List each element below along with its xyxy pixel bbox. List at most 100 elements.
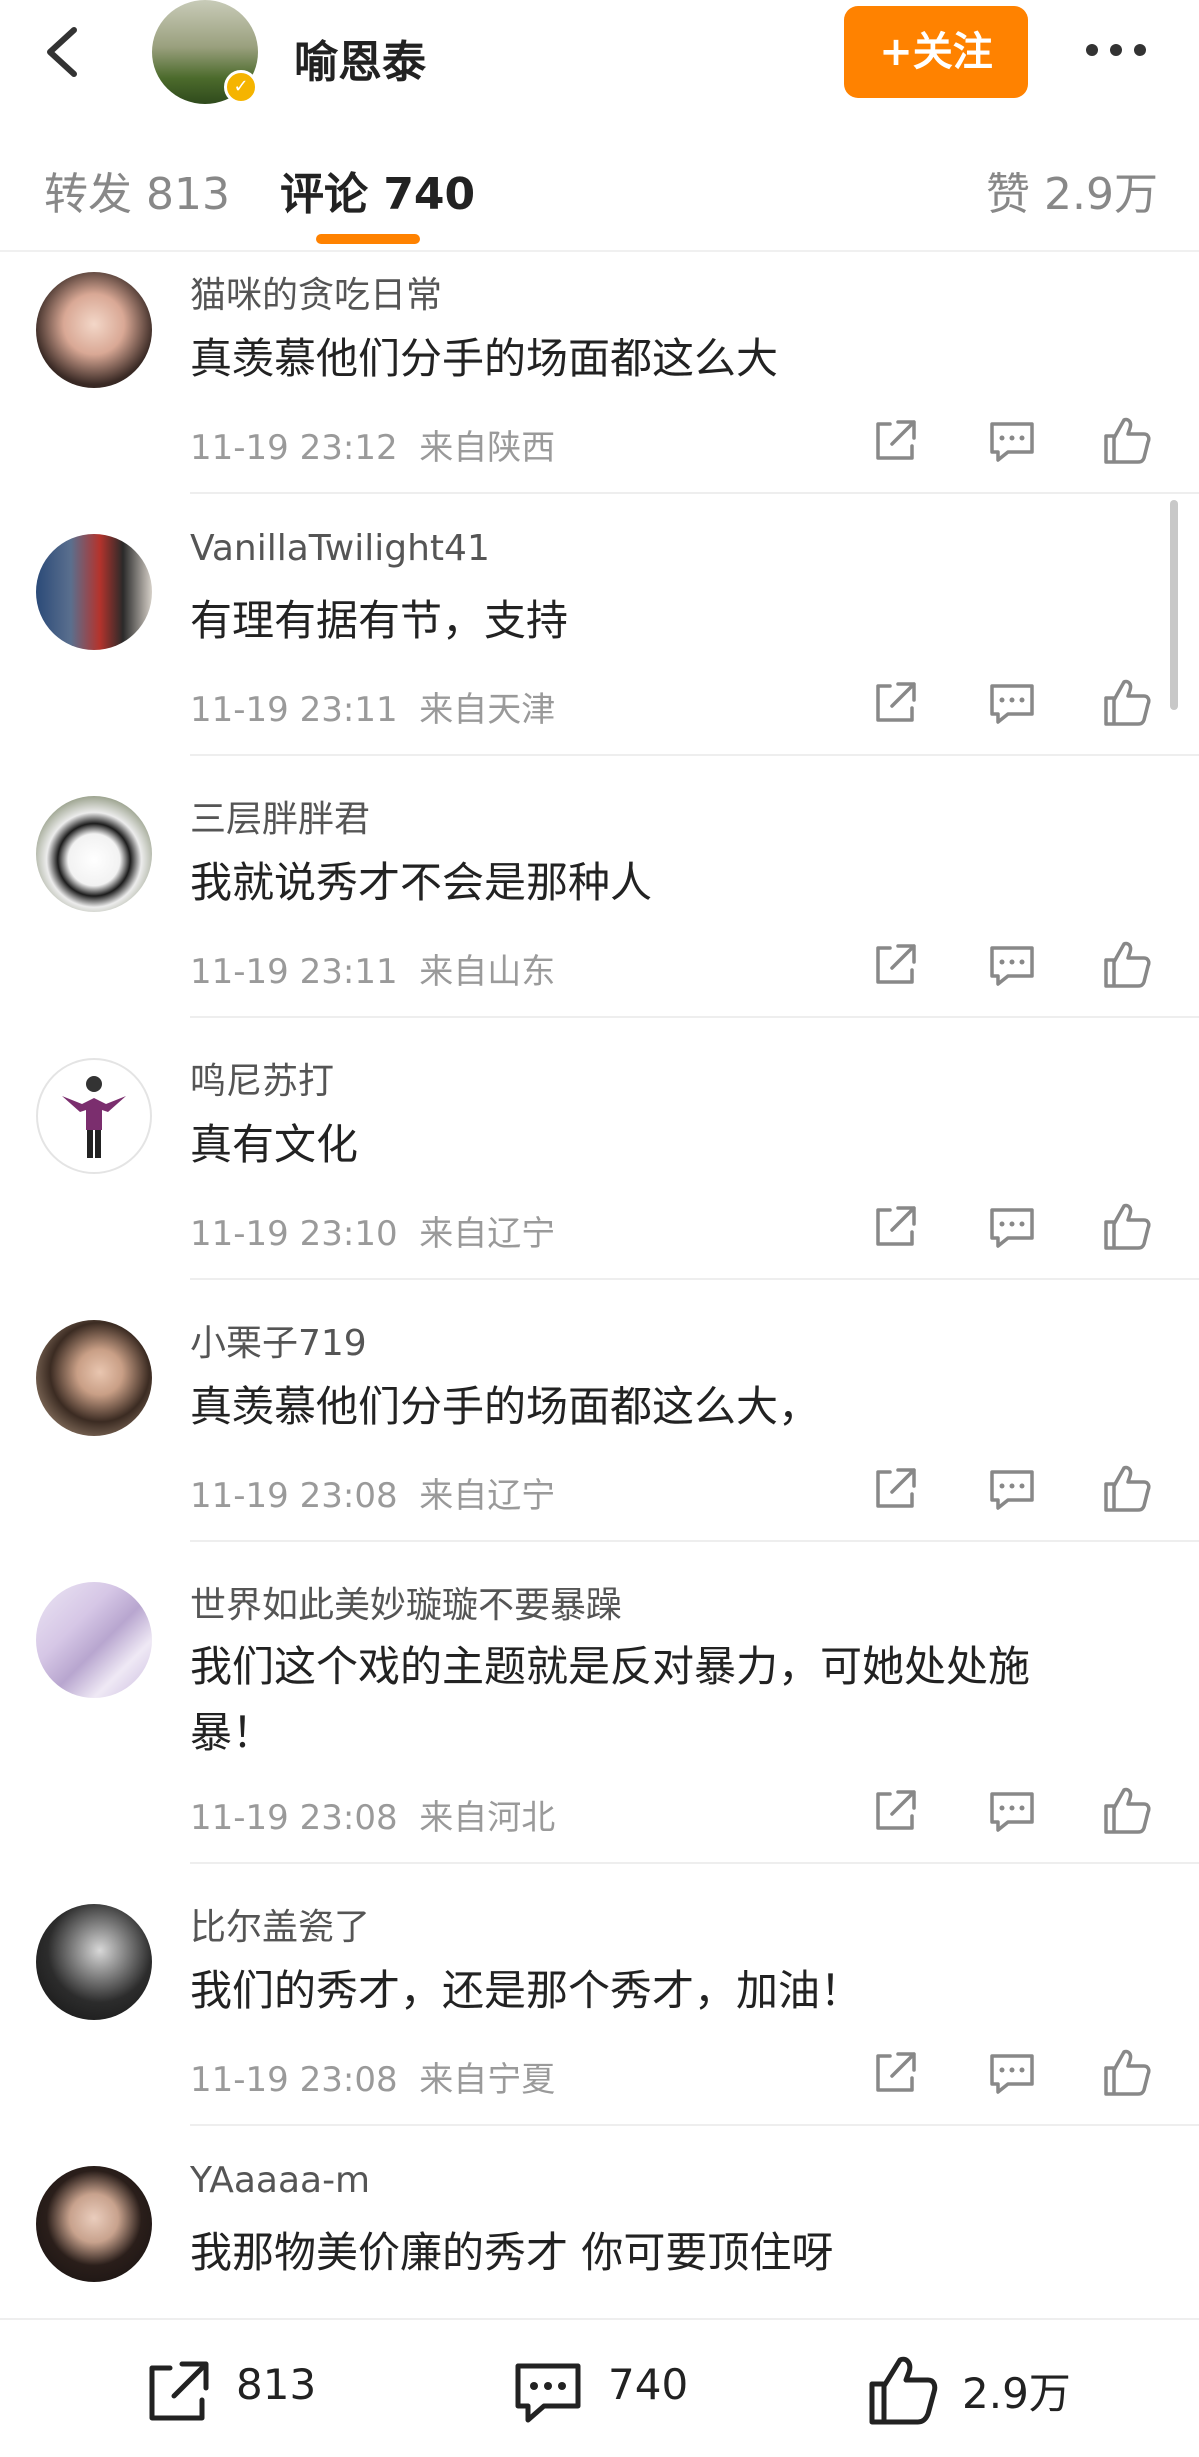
comment-text: 我那物美价廉的秀才 你可要顶住呀 — [190, 2228, 834, 2277]
comment-meta: 11-19 23:11 来自山东 — [190, 944, 555, 993]
like-thumb-icon[interactable] — [1098, 1782, 1154, 1838]
comment-username[interactable]: 三层胖胖君 — [190, 790, 370, 842]
comment-text: 我们的秀才，还是那个秀才，加油！ — [190, 1966, 863, 2015]
share-icon[interactable] — [868, 674, 924, 730]
comment-location: 来自天津 — [419, 690, 556, 730]
comment-text: 真羡慕他们分手的场面都这么大， — [190, 1382, 821, 1431]
share-icon[interactable] — [868, 1460, 924, 1516]
comment-text: 真有文化 — [190, 1120, 359, 1169]
comment-location: 来自辽宁 — [419, 1214, 556, 1254]
divider — [190, 1540, 1199, 1542]
comment-username[interactable]: 猫咪的贪吃日常 — [190, 266, 442, 318]
tab-bar: 转发 813 评论 740 赞 2.9万 — [0, 116, 1199, 252]
back-arrow-icon[interactable] — [36, 22, 96, 82]
comment-meta: 11-19 23:12 来自陕西 — [190, 420, 555, 469]
avatar[interactable] — [36, 796, 152, 912]
comment-username[interactable]: 比尔盖瓷了 — [190, 1898, 370, 1950]
bottom-action-bar: 813 740 2.9万 — [0, 2318, 1199, 2457]
comment-username[interactable]: YAaaaa-m — [190, 2160, 370, 2201]
comment-time: 11-19 23:11 — [190, 690, 398, 730]
comment-item: 猫咪的贪吃日常 真羡慕他们分手的场面都这么大 11-19 23:12 来自陕西 — [0, 252, 1199, 514]
comment-item: 世界如此美妙璇璇不要暴躁 我们这个戏的主题就是反对暴力，可她处处施暴！ 11-1… — [0, 1562, 1199, 1884]
share-icon — [140, 2354, 216, 2434]
more-dots-icon[interactable] — [1080, 30, 1152, 70]
divider — [190, 1016, 1199, 1018]
comment-text: 有理有据有节，支持 — [190, 596, 569, 645]
avatar[interactable] — [36, 1582, 152, 1698]
comment-item: 三层胖胖君 我就说秀才不会是那种人 11-19 23:11 来自山东 — [0, 776, 1199, 1038]
avatar[interactable] — [36, 1058, 152, 1174]
tab-like[interactable]: 赞 2.9万 — [986, 158, 1158, 222]
comment-list[interactable]: 猫咪的贪吃日常 真羡慕他们分手的场面都这么大 11-19 23:12 来自陕西 … — [0, 252, 1199, 2312]
like-count: 2.9万 — [962, 2369, 1071, 2418]
comment-bubble-icon[interactable] — [984, 1460, 1040, 1516]
comment-meta: 11-19 23:08 来自河北 — [190, 1790, 555, 1839]
comment-item: 鸣尼苏打 真有文化 11-19 23:10 来自辽宁 — [0, 1038, 1199, 1300]
comment-item: VanillaTwilight41 有理有据有节，支持 11-19 23:11 … — [0, 514, 1199, 776]
comment-bubble-icon — [508, 2354, 588, 2434]
comment-item: 小栗子719 真羡慕他们分手的场面都这么大， 11-19 23:08 来自辽宁 — [0, 1300, 1199, 1562]
comment-username[interactable]: 小栗子719 — [190, 1314, 367, 1366]
repost-button[interactable]: 813 — [140, 2320, 340, 2457]
comment-location: 来自辽宁 — [419, 1476, 556, 1516]
comment-bubble-icon[interactable] — [984, 2044, 1040, 2100]
comment-item: 比尔盖瓷了 我们的秀才，还是那个秀才，加油！ 11-19 23:08 来自宁夏 — [0, 1884, 1199, 2146]
comment-location: 来自山东 — [419, 952, 556, 992]
avatar[interactable] — [36, 1904, 152, 2020]
comment-time: 11-19 23:12 — [190, 428, 398, 468]
comment-time: 11-19 23:08 — [190, 2060, 398, 2100]
comment-bubble-icon[interactable] — [984, 1198, 1040, 1254]
comment-location: 来自宁夏 — [419, 2060, 556, 2100]
comment-text: 真羡慕他们分手的场面都这么大 — [190, 334, 779, 383]
divider — [190, 754, 1199, 756]
like-thumb-icon[interactable] — [1098, 674, 1154, 730]
comment-meta: 11-19 23:08 来自辽宁 — [190, 1468, 555, 1517]
active-tab-indicator — [316, 234, 420, 244]
comment-bubble-icon[interactable] — [984, 936, 1040, 992]
divider — [190, 1862, 1199, 1864]
comment-meta: 11-19 23:11 来自天津 — [190, 682, 555, 731]
comment-bubble-icon[interactable] — [984, 674, 1040, 730]
avatar[interactable] — [36, 534, 152, 650]
comment-meta: 11-19 23:10 来自辽宁 — [190, 1206, 555, 1255]
comment-text: 我们这个戏的主题就是反对暴力，可她处处施暴！ — [190, 1642, 1031, 1757]
share-icon[interactable] — [868, 1782, 924, 1838]
avatar[interactable] — [36, 2166, 152, 2282]
comment-button[interactable]: 740 — [508, 2320, 708, 2457]
comment-time: 11-19 23:08 — [190, 1476, 398, 1516]
comment-bubble-icon[interactable] — [984, 1782, 1040, 1838]
comment-time: 11-19 23:08 — [190, 1798, 398, 1838]
tab-repost[interactable]: 转发 813 — [44, 158, 230, 222]
author-name[interactable]: 喻恩泰 — [294, 26, 426, 90]
comment-meta: 11-19 23:08 来自宁夏 — [190, 2052, 555, 2101]
like-button[interactable]: 2.9万 — [862, 2320, 1082, 2457]
like-thumb-icon[interactable] — [1098, 2044, 1154, 2100]
share-icon[interactable] — [868, 412, 924, 468]
like-thumb-icon[interactable] — [1098, 1198, 1154, 1254]
comment-username[interactable]: 世界如此美妙璇璇不要暴躁 — [190, 1576, 622, 1628]
avatar[interactable] — [36, 272, 152, 388]
divider — [190, 2124, 1199, 2126]
avatar[interactable] — [36, 1320, 152, 1436]
scrollbar[interactable] — [1170, 500, 1178, 710]
repost-count: 813 — [236, 2360, 317, 2409]
comment-bubble-icon[interactable] — [984, 412, 1040, 468]
like-thumb-icon[interactable] — [1098, 936, 1154, 992]
like-thumb-icon[interactable] — [1098, 412, 1154, 468]
top-bar: ✓ 喻恩泰 +关注 — [0, 0, 1199, 116]
like-thumb-icon[interactable] — [1098, 1460, 1154, 1516]
follow-button[interactable]: +关注 — [844, 6, 1028, 98]
share-icon[interactable] — [868, 936, 924, 992]
comment-time: 11-19 23:11 — [190, 952, 398, 992]
comment-username[interactable]: 鸣尼苏打 — [190, 1052, 334, 1104]
divider — [190, 492, 1199, 494]
comment-count: 740 — [608, 2360, 689, 2409]
comment-username[interactable]: VanillaTwilight41 — [190, 528, 490, 569]
divider — [190, 1278, 1199, 1280]
share-icon[interactable] — [868, 1198, 924, 1254]
share-icon[interactable] — [868, 2044, 924, 2100]
comment-text: 我就说秀才不会是那种人 — [190, 858, 653, 907]
comment-location: 来自河北 — [419, 1798, 556, 1838]
tab-comment[interactable]: 评论 740 — [280, 158, 475, 222]
verified-icon: ✓ — [224, 70, 258, 104]
